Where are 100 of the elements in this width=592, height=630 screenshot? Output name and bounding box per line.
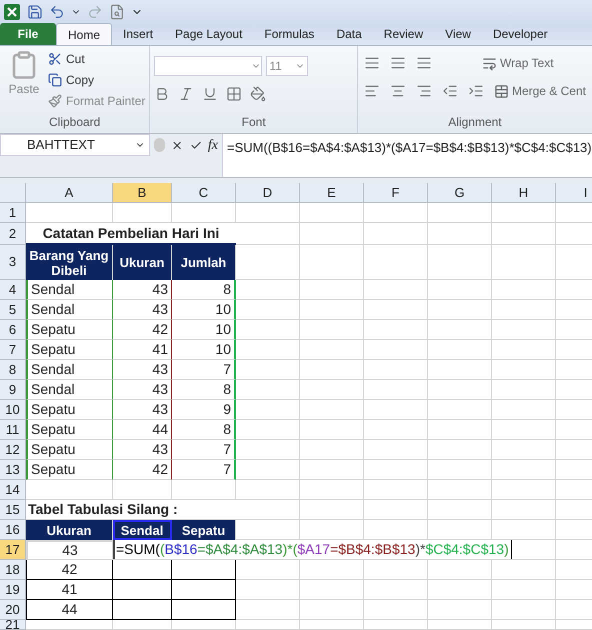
undo-icon[interactable] — [49, 4, 65, 20]
table-cell — [113, 203, 172, 223]
row-header[interactable]: 18 — [0, 560, 26, 580]
row-header[interactable]: 13 — [0, 460, 26, 480]
table-cell — [364, 560, 428, 580]
table-cell — [428, 245, 492, 280]
table-cell — [364, 460, 428, 480]
row-header[interactable]: 17 — [0, 540, 26, 560]
table-cell — [492, 280, 556, 300]
row-header[interactable]: 7 — [0, 340, 26, 360]
spreadsheet-logo-icon[interactable] — [3, 3, 21, 21]
align-left-icon[interactable] — [364, 83, 380, 99]
table-cell — [364, 480, 428, 500]
name-box[interactable]: BAHTTEXT — [0, 134, 150, 156]
table-cell — [300, 300, 364, 320]
table-cell — [364, 203, 428, 223]
column-header[interactable]: D — [236, 183, 300, 202]
table-cell: 41 — [26, 580, 113, 600]
column-header[interactable]: I — [556, 183, 592, 202]
row-header[interactable]: 2 — [0, 223, 26, 245]
formula-in-cell[interactable]: =SUM((B$16=$A$4:$A$13)*($A17=$B$4:$B$13)*$C$4:$C$13) — [113, 540, 512, 559]
table-cell — [428, 600, 492, 620]
row-header[interactable]: 15 — [0, 500, 26, 520]
row-header[interactable]: 11 — [0, 420, 26, 440]
row-header[interactable]: 8 — [0, 360, 26, 380]
row-header[interactable]: 19 — [0, 580, 26, 600]
ribbon-tab[interactable]: Home — [56, 23, 112, 45]
wrap-text-button[interactable]: Wrap Text — [482, 54, 554, 72]
table-cell: 7 — [172, 460, 236, 480]
table-cell — [236, 320, 300, 340]
row-header[interactable]: 3 — [0, 245, 26, 280]
table-cell — [492, 420, 556, 440]
align-middle-icon[interactable] — [390, 55, 406, 71]
increase-indent-icon[interactable] — [468, 83, 484, 99]
row-header[interactable]: 21 — [0, 620, 26, 630]
table-cell — [364, 320, 428, 340]
fill-color-icon[interactable] — [250, 86, 266, 102]
font-name-field[interactable] — [154, 56, 262, 76]
table-cell — [113, 560, 172, 580]
row-header[interactable]: 16 — [0, 520, 26, 540]
table-cell — [428, 203, 492, 223]
insert-function-icon[interactable]: fx — [208, 134, 218, 156]
file-tab[interactable]: File — [0, 23, 56, 45]
row-header[interactable]: 12 — [0, 440, 26, 460]
ribbon-tab[interactable]: Data — [325, 23, 373, 45]
ribbon-tab[interactable]: Review — [372, 23, 434, 45]
table-cell — [428, 380, 492, 400]
table-cell — [113, 580, 172, 600]
merge-button[interactable]: Merge & Cent — [494, 82, 586, 100]
row-header[interactable]: 4 — [0, 280, 26, 300]
table-cell — [236, 340, 300, 360]
font-size-field[interactable]: 11 — [266, 56, 308, 76]
table-cell: 9 — [172, 400, 236, 420]
align-top-icon[interactable] — [364, 55, 380, 71]
decrease-indent-icon[interactable] — [442, 83, 458, 99]
ribbon-tab[interactable]: View — [434, 23, 482, 45]
row-header[interactable]: 10 — [0, 400, 26, 420]
row-header[interactable]: 1 — [0, 203, 26, 223]
table-cell — [492, 560, 556, 580]
table-cell: Sepatu — [26, 440, 113, 460]
column-header[interactable]: H — [492, 183, 556, 202]
ribbon-tab[interactable]: Page Layout — [164, 23, 254, 45]
underline-icon[interactable] — [202, 86, 218, 102]
table-cell: 42 — [113, 320, 172, 340]
column-header[interactable]: E — [300, 183, 364, 202]
table-cell — [300, 480, 364, 500]
align-right-icon[interactable] — [416, 83, 432, 99]
save-icon[interactable] — [27, 4, 43, 20]
column-header[interactable]: C — [172, 183, 236, 202]
group-label: Alignment — [447, 114, 503, 131]
column-heading: Jumlah — [172, 245, 236, 280]
copy-button[interactable]: Copy — [48, 71, 146, 89]
table-cell: 8 — [172, 380, 236, 400]
row-header[interactable]: 6 — [0, 320, 26, 340]
row-header[interactable]: 14 — [0, 480, 26, 500]
column-header[interactable]: G — [428, 183, 492, 202]
table-cell — [300, 400, 364, 420]
align-center-icon[interactable] — [390, 83, 406, 99]
cut-button[interactable]: Cut — [48, 50, 146, 68]
column-header[interactable]: B — [113, 183, 172, 202]
ribbon-tab[interactable]: Insert — [112, 23, 164, 45]
table-cell — [300, 380, 364, 400]
print-preview-icon[interactable] — [109, 4, 125, 20]
row-header[interactable]: 9 — [0, 380, 26, 400]
table-cell — [236, 245, 300, 280]
table-cell — [236, 360, 300, 380]
align-bottom-icon[interactable] — [416, 55, 432, 71]
table-cell: 10 — [172, 320, 236, 340]
column-header[interactable]: F — [364, 183, 428, 202]
table-cell — [364, 340, 428, 360]
row-header[interactable]: 20 — [0, 600, 26, 620]
table-cell: 7 — [172, 440, 236, 460]
ribbon-tab[interactable]: Formulas — [253, 23, 326, 45]
borders-icon[interactable] — [226, 86, 242, 102]
table-cell — [492, 223, 556, 245]
table-cell — [492, 320, 556, 340]
row-header[interactable]: 5 — [0, 300, 26, 320]
ribbon-tab[interactable]: Developer — [482, 23, 559, 45]
table-cell — [300, 440, 364, 460]
table-cell — [236, 600, 300, 620]
